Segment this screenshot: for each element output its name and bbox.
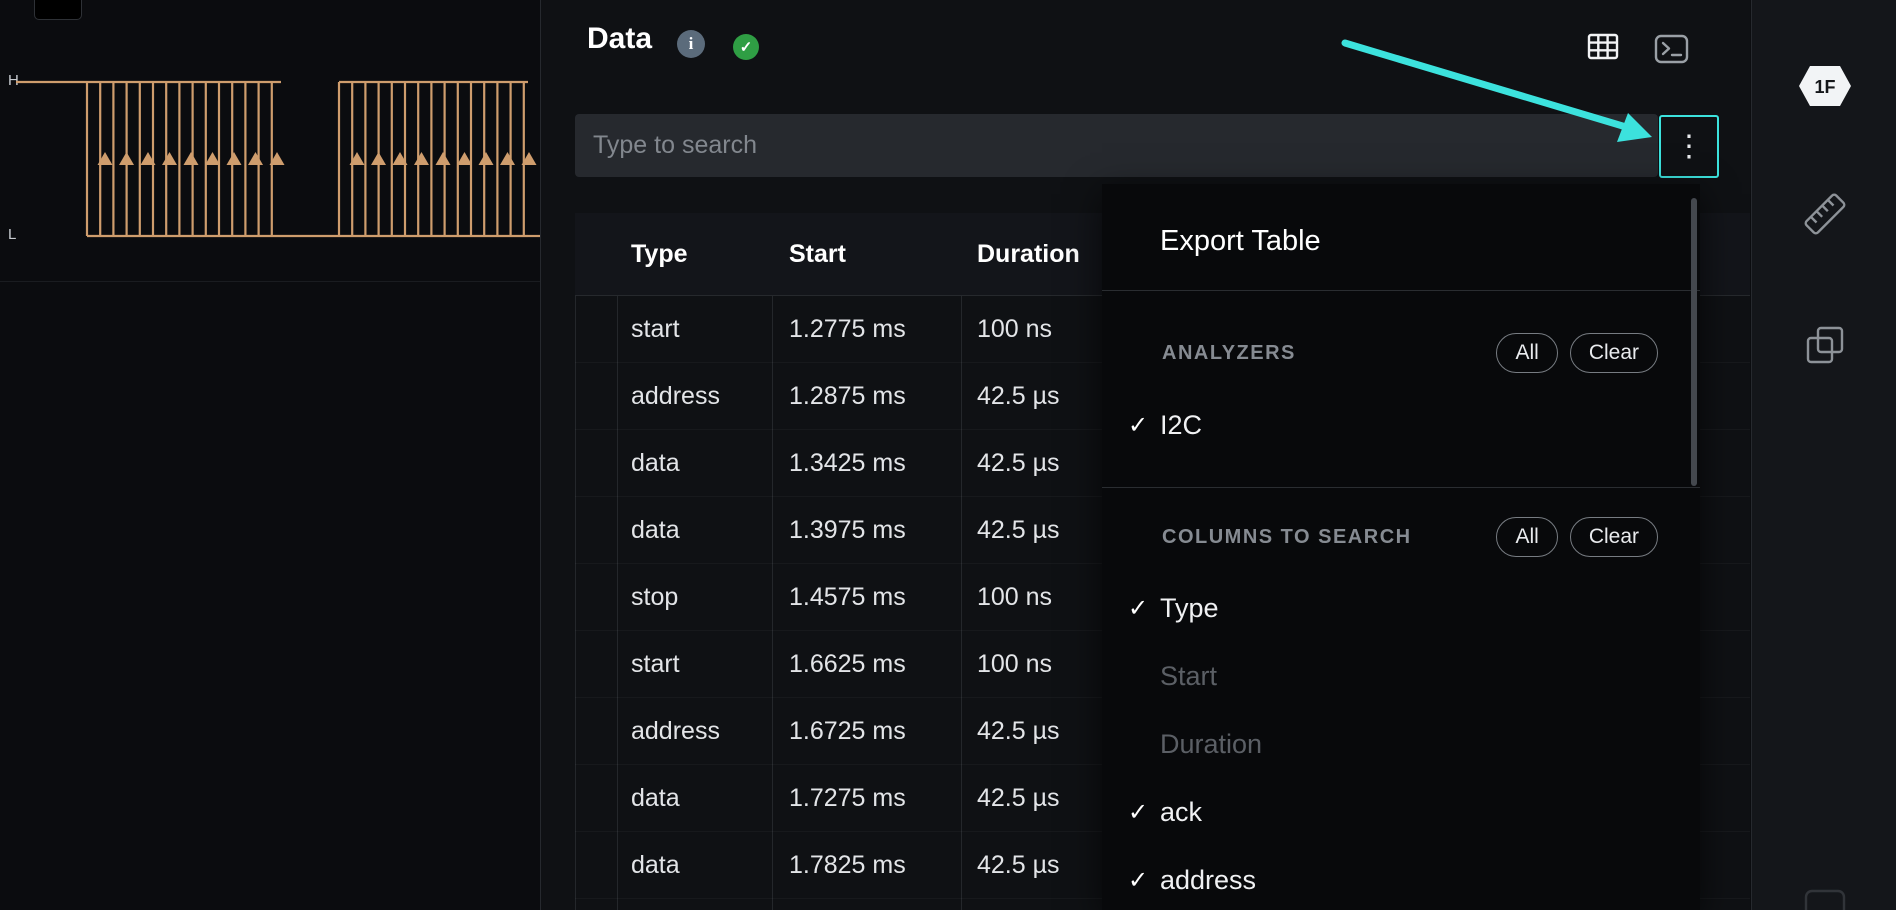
cell-type: start [617, 650, 772, 679]
measurement-ruler-icon[interactable] [1797, 186, 1853, 247]
info-icon[interactable]: i [677, 30, 705, 58]
cell-type: address [617, 717, 772, 746]
analyzers-section-header: ANALYZERS All Clear [1102, 315, 1700, 391]
cell-type: stop [617, 583, 772, 612]
menu-item-label: Type [1160, 593, 1219, 624]
right-sidebar: 1F [1751, 0, 1896, 910]
table-options-menu: Export Table ANALYZERS All Clear ✓ I2C C… [1102, 184, 1700, 910]
menu-item-ack[interactable]: ✓ ack [1102, 778, 1700, 846]
columns-all-button[interactable]: All [1496, 517, 1557, 557]
table-view-icon[interactable] [1586, 31, 1620, 68]
cell-type: data [617, 516, 772, 545]
cell-type: data [617, 784, 772, 813]
cut-off-tool-icon[interactable] [1803, 888, 1847, 910]
table-options-kebab-button[interactable]: ⋮ [1659, 115, 1719, 178]
search-input[interactable] [575, 114, 1658, 177]
channel-label-chip [34, 0, 82, 20]
analyzers-section-title: ANALYZERS [1162, 342, 1484, 365]
menu-item-duration[interactable]: ✓ Duration [1102, 710, 1700, 778]
menu-scrollbar[interactable] [1691, 198, 1697, 486]
waveform-panel: H L [0, 0, 541, 910]
marker-badge-label: 1F [1814, 77, 1835, 97]
terminal-view-icon[interactable] [1654, 33, 1690, 70]
cell-start: 1.3975 ms [772, 516, 961, 545]
check-icon: ✓ [1128, 866, 1160, 895]
menu-item-start[interactable]: ✓ Start [1102, 642, 1700, 710]
menu-item-label: address [1160, 865, 1256, 896]
cell-start: 1.2875 ms [772, 382, 961, 411]
column-header-type[interactable]: Type [617, 240, 772, 269]
cell-start: 1.2775 ms [772, 315, 961, 344]
check-icon: ✓ [1128, 594, 1160, 623]
channel-separator [0, 281, 540, 282]
cell-start: 1.6625 ms [772, 650, 961, 679]
analyzers-all-button[interactable]: All [1496, 333, 1557, 373]
menu-item-export-table[interactable]: Export Table [1102, 204, 1700, 278]
cell-start: 1.6725 ms [772, 717, 961, 746]
menu-item-i2c[interactable]: ✓ I2C [1102, 391, 1700, 459]
column-header-start[interactable]: Start [772, 240, 961, 269]
cell-type: start [617, 315, 772, 344]
columns-section-header: COLUMNS TO SEARCH All Clear [1102, 500, 1700, 574]
cell-type: data [617, 449, 772, 478]
menu-divider [1102, 487, 1700, 488]
analyzer-ok-icon: ✓ [733, 34, 759, 60]
cell-start: 1.7825 ms [772, 851, 961, 880]
menu-item-label: I2C [1160, 410, 1202, 441]
cell-start: 1.3425 ms [772, 449, 961, 478]
layout-panels-icon[interactable] [1801, 321, 1849, 374]
columns-section-title: COLUMNS TO SEARCH [1162, 526, 1484, 549]
menu-item-type[interactable]: ✓ Type [1102, 574, 1700, 642]
cell-type: data [617, 851, 772, 880]
menu-item-address[interactable]: ✓ address [1102, 846, 1700, 910]
app-root: H L Data i ✓ ⋮ [0, 0, 1896, 910]
cell-start: 1.7275 ms [772, 784, 961, 813]
analyzers-clear-button[interactable]: Clear [1570, 333, 1658, 373]
check-icon: ✓ [1128, 798, 1160, 827]
kebab-icon: ⋮ [1674, 129, 1704, 164]
check-icon: ✓ [1128, 411, 1160, 440]
menu-divider [1102, 290, 1700, 291]
page-title: Data [587, 22, 652, 56]
cell-start: 1.4575 ms [772, 583, 961, 612]
columns-clear-button[interactable]: Clear [1570, 517, 1658, 557]
cell-type: address [617, 382, 772, 411]
timing-marker-badge[interactable]: 1F [1793, 58, 1857, 119]
menu-item-label: ack [1160, 797, 1202, 828]
menu-item-label: Start [1160, 661, 1217, 692]
menu-item-label: Duration [1160, 729, 1262, 760]
waveform-graph[interactable] [0, 58, 540, 258]
